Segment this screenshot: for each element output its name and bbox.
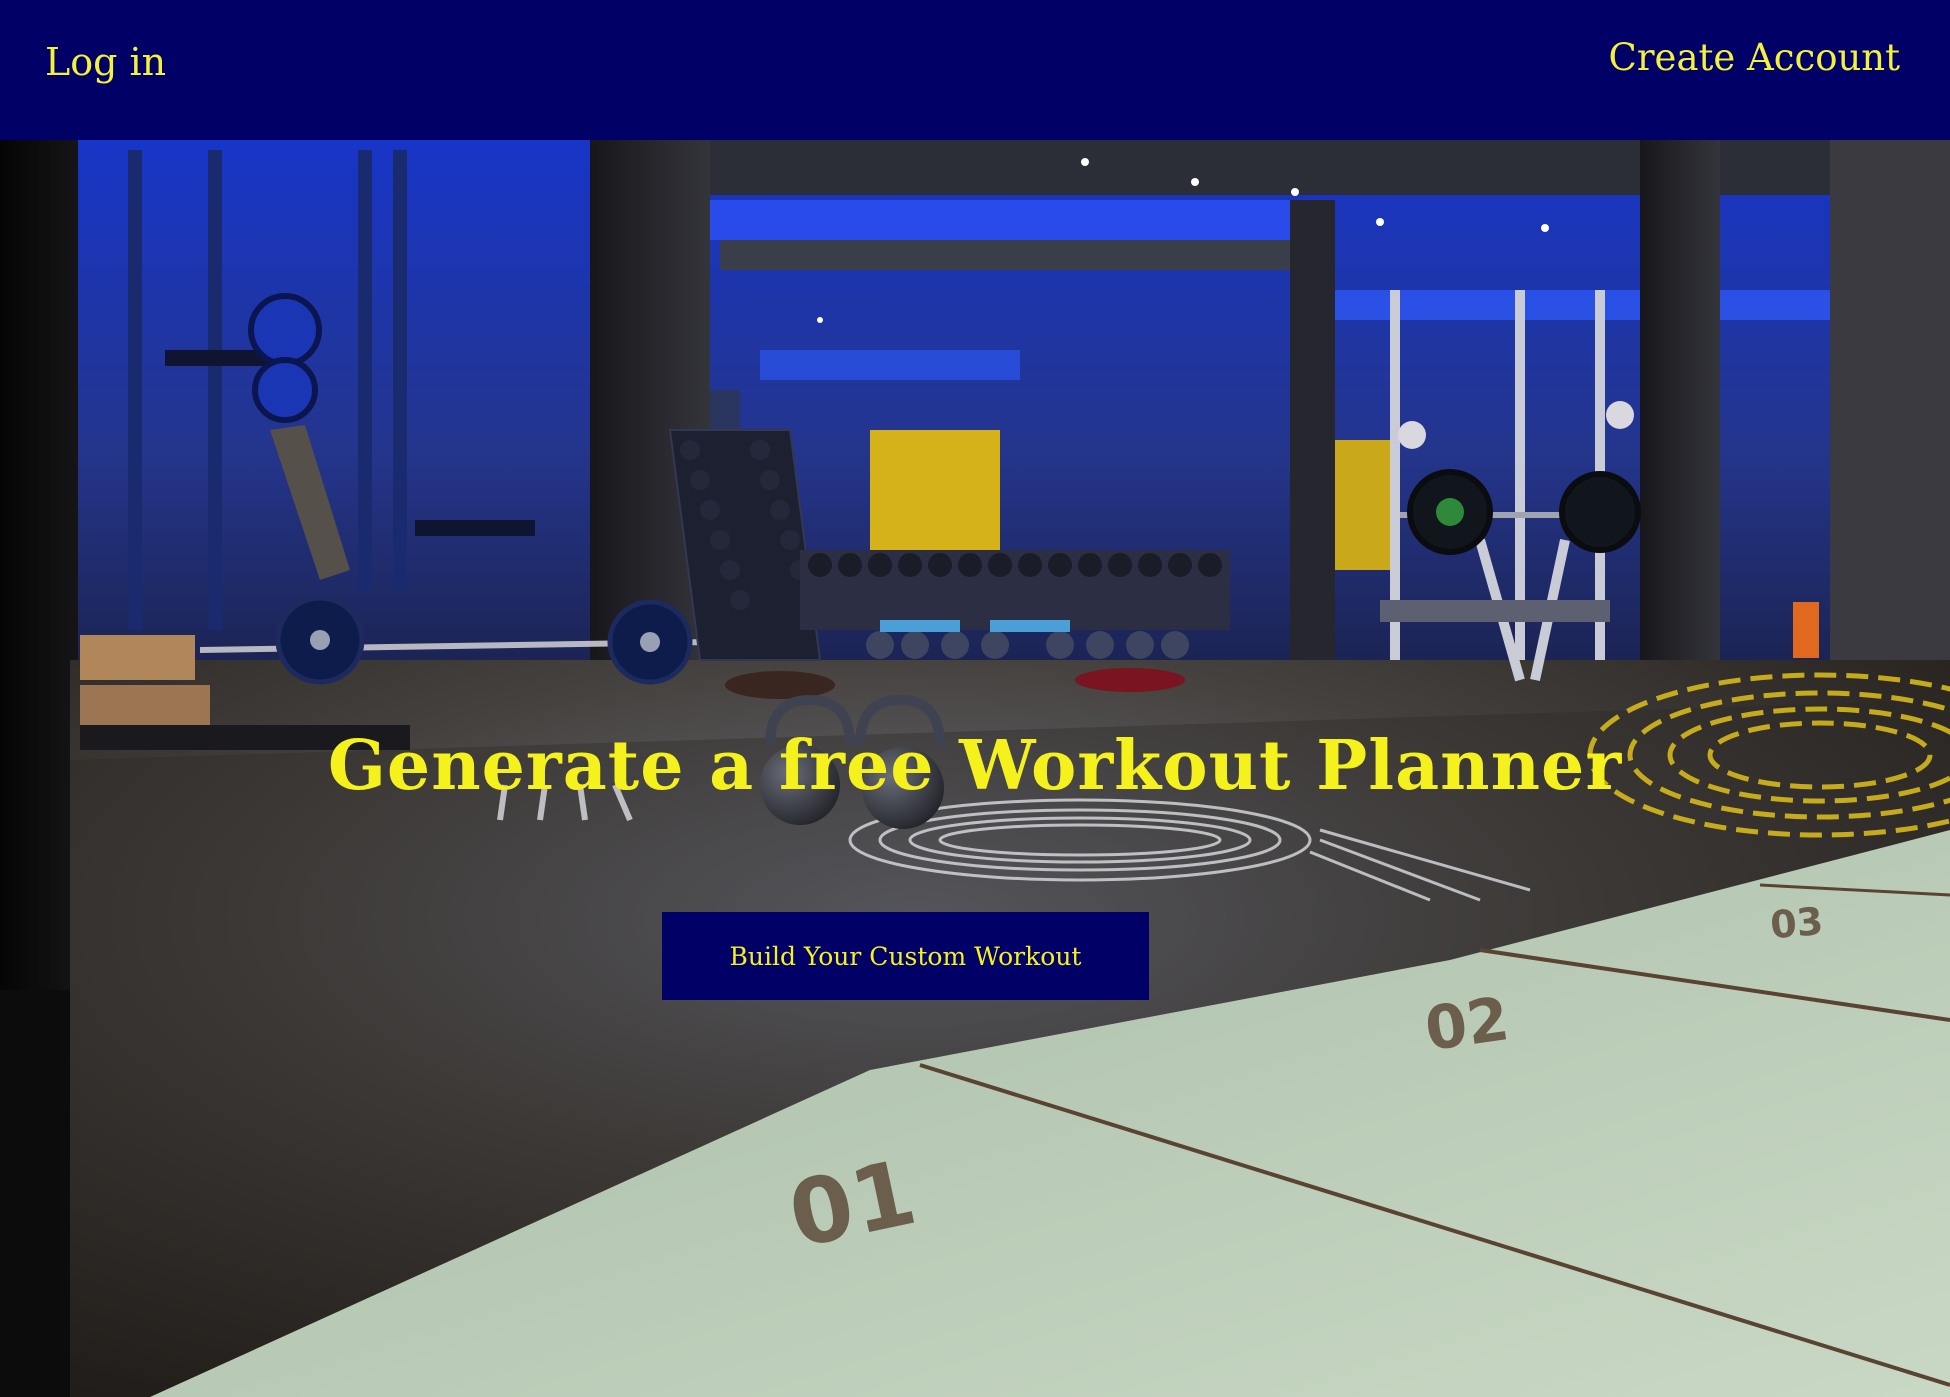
login-link[interactable]: Log in	[45, 42, 166, 82]
build-custom-workout-button[interactable]: Build Your Custom Workout	[662, 912, 1149, 1000]
top-navbar: Log in Create Account	[0, 0, 1950, 140]
create-account-link[interactable]: Create Account	[1609, 38, 1900, 78]
lane-number-02: 02	[1421, 984, 1513, 1065]
hero-section: 01 02 03 Generate a free Workout Planner…	[0, 140, 1950, 1397]
lane-number-03: 03	[1768, 899, 1825, 947]
hero-title: Generate a free Workout Planner	[327, 725, 1623, 806]
